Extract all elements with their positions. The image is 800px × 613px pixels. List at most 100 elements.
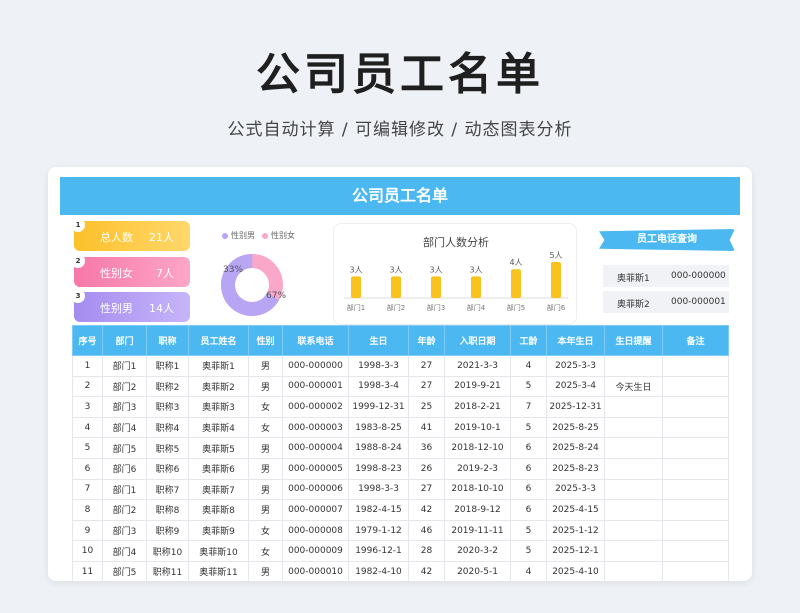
table-cell[interactable]: 男 [248, 499, 283, 521]
table-cell[interactable]: 27 [408, 375, 445, 398]
table-cell[interactable]: 职称8 [146, 499, 189, 521]
table-cell[interactable] [662, 355, 729, 377]
table-cell[interactable] [604, 437, 663, 459]
table-cell[interactable]: 6 [510, 437, 547, 459]
table-cell[interactable] [662, 560, 729, 581]
table-cell[interactable]: 职称6 [146, 457, 189, 480]
table-cell[interactable] [604, 355, 663, 377]
column-header[interactable]: 部门 [102, 325, 147, 356]
table-cell[interactable]: 000-000001 [282, 375, 349, 398]
table-cell[interactable]: 000-000003 [282, 416, 349, 439]
table-cell[interactable] [662, 519, 729, 542]
table-cell[interactable]: 000-000005 [282, 457, 349, 480]
table-cell[interactable]: 000-000007 [282, 499, 349, 521]
table-cell[interactable]: 1982-4-15 [348, 499, 409, 521]
table-cell[interactable]: 男 [248, 560, 283, 581]
column-header[interactable]: 性别 [248, 325, 283, 356]
table-cell[interactable]: 奥菲斯8 [188, 499, 249, 521]
table-cell[interactable]: 部门4 [102, 416, 147, 439]
table-cell[interactable]: 46 [408, 519, 445, 542]
table-cell[interactable]: 25 [408, 396, 445, 418]
table-cell[interactable]: 奥菲斯7 [188, 478, 249, 501]
table-cell[interactable]: 2021-3-3 [444, 355, 511, 377]
table-cell[interactable]: 6 [510, 457, 547, 480]
table-cell[interactable] [604, 457, 663, 480]
table-cell[interactable]: 2025-4-10 [546, 560, 605, 581]
table-cell[interactable]: 职称9 [146, 519, 189, 542]
table-cell[interactable]: 5 [510, 519, 547, 542]
table-cell[interactable]: 女 [248, 519, 283, 542]
table-cell[interactable]: 男 [248, 355, 283, 377]
table-cell[interactable]: 2025-3-3 [546, 478, 605, 501]
table-cell[interactable]: 职称11 [146, 560, 189, 581]
table-cell[interactable]: 6 [510, 478, 547, 501]
table-cell[interactable]: 7 [510, 396, 547, 418]
table-cell[interactable]: 部门2 [102, 375, 147, 398]
table-cell[interactable]: 1 [72, 355, 103, 377]
table-cell[interactable]: 41 [408, 416, 445, 439]
table-cell[interactable]: 女 [248, 540, 283, 562]
table-cell[interactable]: 36 [408, 437, 445, 459]
table-cell[interactable]: 8 [72, 499, 103, 521]
table-cell[interactable]: 职称2 [146, 375, 189, 398]
table-cell[interactable]: 部门5 [102, 437, 147, 459]
table-cell[interactable] [662, 437, 729, 459]
table-cell[interactable]: 7 [72, 478, 103, 501]
table-cell[interactable]: 2019-9-21 [444, 375, 511, 398]
column-header[interactable]: 职称 [146, 325, 189, 356]
phone-lookup-button[interactable]: 员工电话查询 [599, 229, 735, 251]
column-header[interactable]: 本年生日 [546, 325, 605, 356]
table-cell[interactable] [662, 540, 729, 562]
table-cell[interactable]: 2020-3-2 [444, 540, 511, 562]
table-cell[interactable]: 2025-4-15 [546, 499, 605, 521]
table-cell[interactable]: 奥菲斯9 [188, 519, 249, 542]
table-cell[interactable] [604, 499, 663, 521]
table-cell[interactable]: 000-000000 [282, 355, 349, 377]
column-header[interactable]: 生日 [348, 325, 409, 356]
table-cell[interactable]: 2019-10-1 [444, 416, 511, 439]
table-cell[interactable]: 2019-11-11 [444, 519, 511, 542]
column-header[interactable]: 联系电话 [282, 325, 349, 356]
table-cell[interactable]: 女 [248, 416, 283, 439]
table-cell[interactable]: 2025-12-31 [546, 396, 605, 418]
table-cell[interactable]: 男 [248, 457, 283, 480]
table-cell[interactable]: 42 [408, 499, 445, 521]
table-cell[interactable]: 2019-2-3 [444, 457, 511, 480]
table-cell[interactable]: 2025-8-24 [546, 437, 605, 459]
table-cell[interactable]: 职称10 [146, 540, 189, 562]
table-cell[interactable]: 2025-3-3 [546, 355, 605, 377]
table-cell[interactable]: 5 [510, 416, 547, 439]
table-cell[interactable]: 26 [408, 457, 445, 480]
table-cell[interactable]: 1998-3-4 [348, 375, 409, 398]
table-cell[interactable]: 2018-2-21 [444, 396, 511, 418]
table-cell[interactable]: 1998-3-3 [348, 355, 409, 377]
table-cell[interactable]: 奥菲斯5 [188, 437, 249, 459]
table-cell[interactable]: 1979-1-12 [348, 519, 409, 542]
column-header[interactable]: 工龄 [510, 325, 547, 356]
table-cell[interactable]: 000-000010 [282, 560, 349, 581]
table-cell[interactable]: 5 [510, 540, 547, 562]
table-cell[interactable]: 000-000008 [282, 519, 349, 542]
column-header[interactable]: 生日提醒 [604, 325, 663, 356]
table-cell[interactable]: 部门1 [102, 478, 147, 501]
table-cell[interactable]: 1999-12-31 [348, 396, 409, 418]
table-cell[interactable]: 奥菲斯11 [188, 560, 249, 581]
table-cell[interactable]: 男 [248, 437, 283, 459]
table-cell[interactable]: 职称3 [146, 396, 189, 418]
table-cell[interactable] [604, 560, 663, 581]
table-cell[interactable]: 部门4 [102, 540, 147, 562]
column-header[interactable]: 备注 [662, 325, 729, 356]
table-cell[interactable]: 11 [72, 560, 103, 581]
table-cell[interactable]: 2018-12-10 [444, 437, 511, 459]
table-cell[interactable] [604, 519, 663, 542]
table-cell[interactable]: 今天生日 [604, 375, 663, 398]
table-cell[interactable] [662, 499, 729, 521]
table-cell[interactable]: 000-000006 [282, 478, 349, 501]
table-cell[interactable]: 1998-8-23 [348, 457, 409, 480]
table-cell[interactable] [662, 416, 729, 439]
column-header[interactable]: 入职日期 [444, 325, 511, 356]
table-cell[interactable] [604, 478, 663, 501]
table-cell[interactable]: 1983-8-25 [348, 416, 409, 439]
table-cell[interactable]: 男 [248, 478, 283, 501]
table-cell[interactable]: 4 [72, 416, 103, 439]
